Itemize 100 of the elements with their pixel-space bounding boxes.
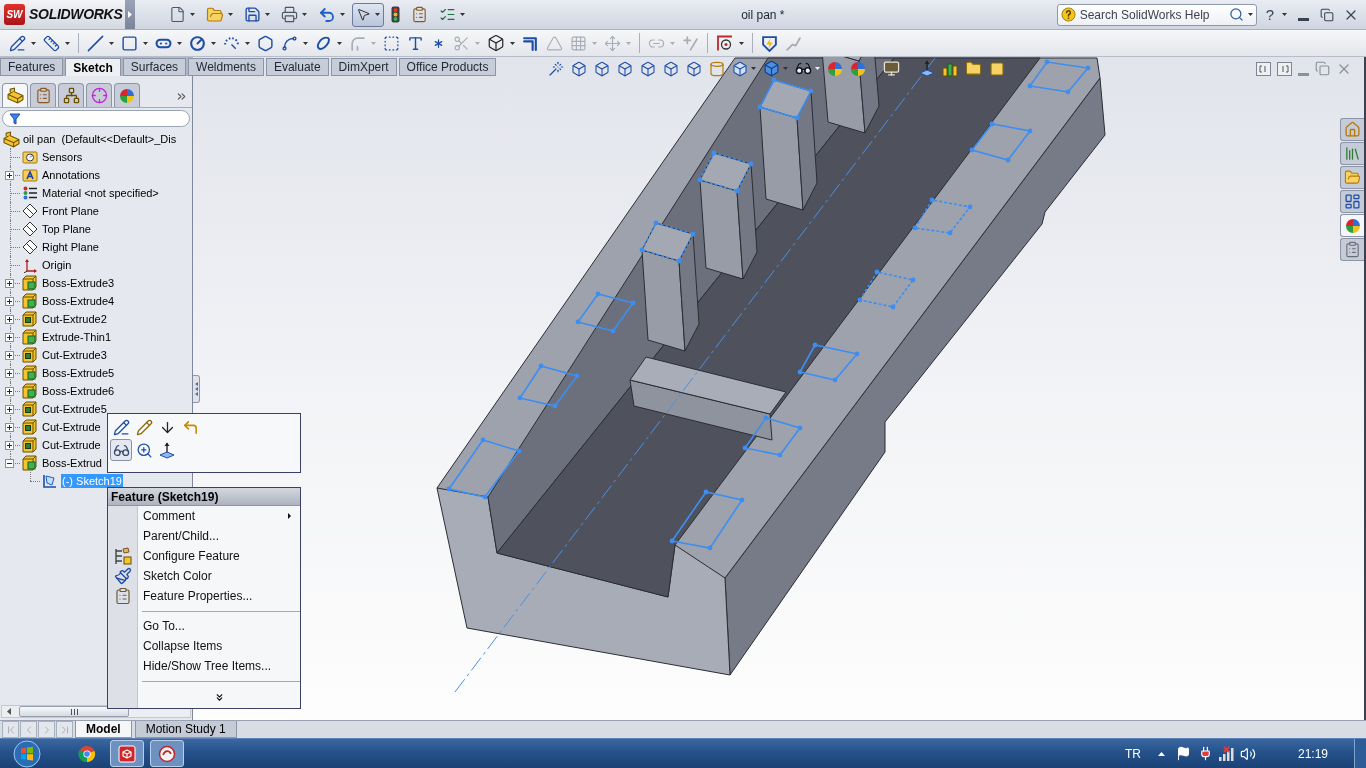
section-view-button[interactable] <box>732 59 756 78</box>
command-tab[interactable]: Weldments <box>188 58 264 76</box>
menu-item[interactable]: Collapse Items <box>138 636 300 656</box>
panel-tab[interactable] <box>114 83 140 107</box>
menu-item[interactable]: Configure Feature <box>138 546 300 566</box>
view-button[interactable] <box>640 59 656 78</box>
command-tab[interactable]: Office Products <box>398 58 497 76</box>
convert-entities-button[interactable] <box>486 32 516 54</box>
axis-button[interactable] <box>919 59 935 78</box>
panel-tab[interactable] <box>86 83 112 107</box>
diamond-plane-icon <box>22 239 38 255</box>
plus-box-icon[interactable] <box>5 404 14 414</box>
command-tab[interactable]: Evaluate <box>265 58 329 76</box>
command-tab[interactable]: DimXpert <box>330 58 397 76</box>
model-tab[interactable]: Motion Study 1 <box>134 721 237 738</box>
tree-item[interactable]: oil pan (Default<<Default>_Dis <box>22 132 178 146</box>
house-icon <box>1344 121 1361 138</box>
command-tab[interactable]: Features <box>0 58 64 76</box>
filter-field[interactable] <box>2 110 190 127</box>
clock[interactable]: 21:19 <box>1297 744 1328 763</box>
view-button[interactable] <box>617 59 633 78</box>
plus-box-icon[interactable] <box>5 368 14 378</box>
speaker-icon[interactable] <box>1239 745 1256 762</box>
tile-right-button[interactable] <box>1277 61 1292 76</box>
more-tabs-button[interactable] <box>175 90 188 103</box>
plus-box-icon[interactable] <box>5 440 14 450</box>
tree-item[interactable]: Material <not specified> <box>41 186 160 200</box>
tree-item[interactable]: Boss-Extrude3 <box>41 276 116 290</box>
tree-item[interactable]: Cut-Extrude2 <box>41 312 108 326</box>
caret-icon <box>1282 13 1287 16</box>
search-icon <box>1228 7 1244 22</box>
plus-box-icon[interactable] <box>5 422 14 432</box>
menu-item[interactable]: Feature Properties... <box>138 586 300 606</box>
language-indicator[interactable]: TR <box>1124 744 1141 763</box>
square-button[interactable] <box>989 59 1005 78</box>
menu-expand-button[interactable] <box>125 0 135 29</box>
tree-item[interactable]: Boss-Extrude6 <box>41 384 116 398</box>
help-search-field[interactable]: Search SolidWorks Help <box>1056 3 1257 26</box>
view-settings-button[interactable] <box>883 59 900 78</box>
appearance-button[interactable] <box>827 59 843 78</box>
extrude-cube-icon <box>22 455 38 471</box>
cube-icon <box>640 60 656 77</box>
view-button[interactable] <box>709 59 725 78</box>
left-triangles-icon <box>194 380 198 397</box>
model-tab[interactable]: Model <box>75 721 132 738</box>
task-pane-tab[interactable] <box>1340 238 1364 261</box>
task-pane-tab[interactable] <box>1340 214 1364 237</box>
view-button[interactable] <box>594 59 610 78</box>
scroll-thumb[interactable] <box>19 706 129 717</box>
plus-box-icon[interactable] <box>5 332 14 342</box>
tree-item[interactable]: Front Plane <box>41 204 100 218</box>
signal-bars-icon[interactable] <box>1217 746 1234 761</box>
menu-item[interactable]: Hide/Show Tree Items... <box>138 656 300 676</box>
plus-box-icon[interactable] <box>5 296 14 306</box>
tree-item[interactable]: Right Plane <box>41 240 100 254</box>
display-style-button[interactable] <box>763 59 788 78</box>
plus-box-icon[interactable] <box>5 386 14 396</box>
menu-item[interactable]: Go To... <box>138 616 300 636</box>
view-button[interactable] <box>571 59 587 78</box>
taskbar-app-button[interactable] <box>110 740 144 767</box>
flag-icon[interactable] <box>1175 746 1191 761</box>
show-hidden-icons-button[interactable] <box>1157 751 1165 756</box>
tree-item[interactable]: Cut-Extrude5 <box>41 402 108 416</box>
tree-item[interactable]: Sensors <box>41 150 84 164</box>
panel-tab[interactable] <box>58 83 84 107</box>
tree-item[interactable]: Boss-Extrud <box>41 456 103 470</box>
tree-item[interactable]: Top Plane <box>41 222 92 236</box>
view-button[interactable] <box>663 59 679 78</box>
plus-box-icon[interactable] <box>5 170 14 180</box>
folder-button[interactable] <box>965 59 982 78</box>
plus-box-icon[interactable] <box>5 350 14 360</box>
task-pane-tab[interactable] <box>1340 190 1364 213</box>
tree-item[interactable]: Cut-Extrude <box>41 420 102 434</box>
taskbar-app-button[interactable] <box>150 740 184 767</box>
view-button[interactable] <box>686 59 702 78</box>
select-button[interactable] <box>352 2 384 27</box>
tree-item[interactable]: Cut-Extrude3 <box>41 348 108 362</box>
panel-tab[interactable] <box>2 83 28 107</box>
minus-box-icon[interactable] <box>5 458 14 468</box>
command-tab[interactable]: Surfaces <box>122 58 187 76</box>
plus-box-icon[interactable] <box>5 278 14 288</box>
tree-item[interactable]: Boss-Extrude5 <box>41 366 116 380</box>
menu-item[interactable]: Comment <box>138 506 300 526</box>
plus-box-icon[interactable] <box>5 314 14 324</box>
panel-tab[interactable] <box>30 83 56 107</box>
command-tab[interactable]: Sketch <box>65 58 121 76</box>
tree-item[interactable]: Origin <box>41 258 73 272</box>
task-pane-tab[interactable] <box>1340 142 1364 165</box>
menu-item[interactable]: Sketch Color <box>138 566 300 586</box>
context-toolbar-button[interactable] <box>110 439 132 461</box>
tree-item[interactable]: Boss-Extrude4 <box>41 294 116 308</box>
menu-item[interactable]: Parent/Child... <box>138 526 300 546</box>
tree-item[interactable]: Extrude-Thin1 <box>41 330 113 344</box>
tree-item[interactable]: Annotations <box>41 168 102 182</box>
view-button[interactable] <box>548 59 564 78</box>
show-desktop-button[interactable] <box>1354 738 1366 768</box>
tile-left-button[interactable] <box>1256 61 1271 76</box>
scene-button[interactable] <box>850 59 866 78</box>
tree-item[interactable]: Cut-Extrude <box>41 438 102 452</box>
help-button[interactable]: ? <box>1265 7 1287 22</box>
